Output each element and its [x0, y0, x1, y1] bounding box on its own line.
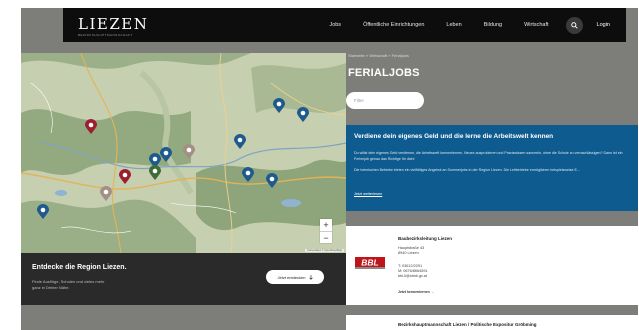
zoom-in-button[interactable]: +: [320, 219, 332, 231]
login-link[interactable]: Login: [593, 22, 626, 28]
learn-more-link[interactable]: Jetzt kennenlernen →: [398, 290, 434, 294]
search-button[interactable]: [565, 16, 583, 34]
main-nav: Jobs Öffentliche Einrichtungen Leben Bil…: [318, 8, 626, 42]
company-name: Bezirkshauptmannschaft Liezen / Politisc…: [398, 322, 537, 327]
discover-button-label: Jetzt entdecken: [277, 274, 306, 280]
company-logo-text: BBL: [361, 258, 378, 268]
read-more-link[interactable]: Jetzt weiterlesen: [354, 192, 382, 196]
map-marker-blue[interactable]: [297, 107, 309, 122]
map-marker-red[interactable]: [85, 119, 97, 134]
company-address: Hauptstraße 43 8940 Liezen: [398, 246, 424, 256]
nav-item-public-facilities[interactable]: Öffentliche Einrichtungen: [352, 22, 435, 28]
page-title: FERIALJOBS: [348, 67, 420, 79]
arrow-right-icon: →: [430, 290, 435, 294]
region-title: Entdecke die Region Liezen.: [32, 264, 127, 271]
top-navigation: LIEZEN BEZIRKSHAUPTMANNSCHAFT Jobs Öffen…: [63, 8, 626, 42]
nav-item-jobs[interactable]: Jobs: [318, 22, 352, 28]
company-card[interactable]: BBL Baubezirksleitung Liezen Hauptstraße…: [346, 226, 638, 305]
map-marker-blue[interactable]: [234, 134, 246, 149]
map-marker-blue[interactable]: [273, 98, 285, 113]
map-zoom-controls: + −: [320, 219, 332, 243]
nav-item-bildung[interactable]: Bildung: [473, 22, 513, 28]
map-marker-blue[interactable]: [160, 147, 172, 162]
map-marker-green[interactable]: [149, 165, 161, 180]
nav-item-leben[interactable]: Leben: [435, 22, 472, 28]
discover-button[interactable]: Jetzt entdecken: [266, 270, 324, 284]
page-frame: LIEZEN BEZIRKSHAUPTMANNSCHAFT Jobs Öffen…: [21, 8, 638, 330]
map-marker-red[interactable]: [119, 169, 131, 184]
search-icon: [570, 21, 578, 29]
intro-panel: Verdiene dein eigenes Geld und die lerne…: [346, 125, 638, 211]
intro-paragraph: Die heimischen Betriebe bieten ein vielf…: [354, 168, 580, 172]
email[interactable]: bbl-li@stmk.gv.at: [398, 274, 428, 279]
zoom-out-button[interactable]: −: [320, 231, 332, 243]
filter-input[interactable]: [346, 92, 424, 109]
region-teaser: Entdecke die Region Liezen. Finde Ausflü…: [21, 253, 346, 305]
map-marker-blue[interactable]: [37, 204, 49, 219]
breadcrumb[interactable]: Startseite » Wirtschaft » Ferialjobs: [348, 53, 409, 58]
map-attribution[interactable]: Kartendaten © OpenStreetMap: [305, 249, 344, 252]
logo-text: LIEZEN: [78, 14, 149, 33]
region-map[interactable]: + − Kartendaten © OpenStreetMap: [21, 53, 346, 253]
intro-paragraph: Du willst dein eigenes Geld verdienen, d…: [354, 151, 623, 161]
region-text: Finde Ausflüge, Schulen und vieles mehr …: [32, 279, 105, 290]
company-card[interactable]: Bezirkshauptmannschaft Liezen / Politisc…: [346, 315, 638, 330]
nav-item-wirtschaft[interactable]: Wirtschaft: [513, 22, 559, 28]
map-marker-taupe[interactable]: [183, 144, 195, 159]
logo-subtext: BEZIRKSHAUPTMANNSCHAFT: [78, 32, 133, 37]
map-marker-taupe[interactable]: [100, 186, 112, 201]
arrow-down-icon: [308, 274, 313, 280]
company-logo: BBL: [354, 254, 386, 271]
company-name: Baubezirksleitung Liezen: [398, 236, 453, 241]
site-logo[interactable]: LIEZEN BEZIRKSHAUPTMANNSCHAFT: [78, 14, 149, 37]
address-line: 8940 Liezen: [398, 251, 419, 255]
company-contact: T: 03612/2291 M: 0676/8664591 bbl-li@stm…: [398, 264, 428, 279]
intro-title: Verdiene dein eigenes Geld und die lerne…: [354, 133, 554, 140]
map-marker-blue[interactable]: [266, 173, 278, 188]
learn-more-label: Jetzt kennenlernen: [398, 290, 430, 294]
map-marker-blue[interactable]: [242, 167, 254, 182]
